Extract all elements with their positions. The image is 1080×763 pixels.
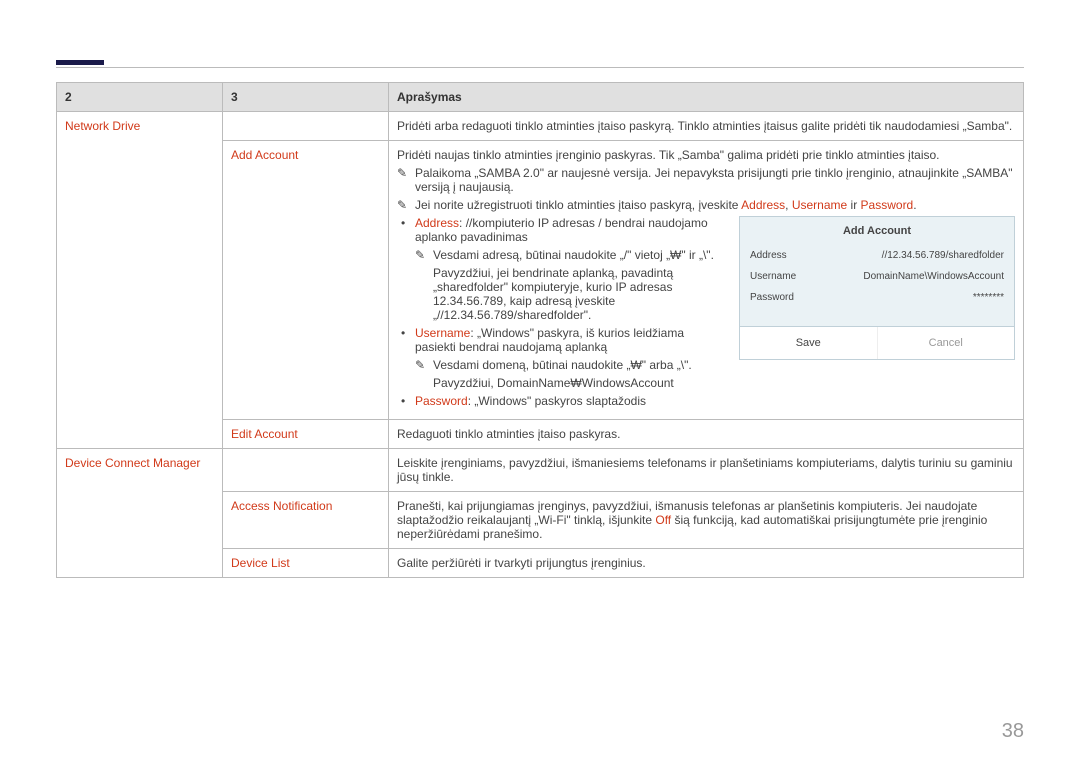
dialog-password-value: ********: [820, 292, 1004, 303]
dcm-desc: Leiskite įrenginiams, pavyzdžiui, išmani…: [389, 449, 1024, 492]
dialog-password-label: Password: [750, 292, 820, 303]
username-field-desc: Username: „Windows" paskyra, iš kurios l…: [415, 326, 725, 390]
bullet-list: Address: //kompiuterio IP adresas / bend…: [397, 216, 725, 408]
network-drive-desc: Pridėti arba redaguoti tinklo atminties …: [389, 112, 1024, 141]
header-col2: 3: [223, 83, 389, 112]
address-sublist: Vesdami adresą, būtinai naudokite „/" vi…: [415, 248, 725, 262]
device-list-desc: Galite peržiūrėti ir tvarkyti prijungtus…: [389, 549, 1024, 578]
address-sub1: Vesdami adresą, būtinai naudokite „/" vi…: [433, 248, 725, 262]
dialog-title: Add Account: [740, 217, 1014, 245]
note-item: Jei norite užregistruoti tinklo atmintie…: [415, 198, 1015, 212]
table-header-row: 2 3 Aprašymas: [57, 83, 1024, 112]
access-notif-label: Access Notification: [223, 492, 389, 549]
address-sub2: Pavyzdžiui, jei bendrinate aplanką, pava…: [415, 266, 725, 322]
dialog-row-address: Address //12.34.56.789/sharedfolder: [740, 245, 1014, 266]
dialog-button-row: Save Cancel: [740, 326, 1014, 359]
address-field-desc: Address: //kompiuterio IP adresas / bend…: [415, 216, 725, 322]
edit-account-label: Edit Account: [223, 420, 389, 449]
page-number: 38: [1002, 720, 1024, 743]
username-sub2: Pavyzdžiui, DomainName₩WindowsAccount: [415, 376, 725, 390]
username-sublist: Vesdami domeną, būtinai naudokite „₩" ar…: [415, 358, 725, 372]
empty-cell: [223, 112, 389, 141]
password-field-desc: Password: „Windows" paskyros slaptažodis: [415, 394, 725, 408]
add-account-dialog: Add Account Address //12.34.56.789/share…: [739, 216, 1015, 360]
dialog-username-label: Username: [750, 271, 820, 282]
device-list-label: Device List: [223, 549, 389, 578]
access-notif-desc: Pranešti, kai prijungiamas įrenginys, pa…: [389, 492, 1024, 549]
username-sub1: Vesdami domeną, būtinai naudokite „₩" ar…: [433, 358, 725, 372]
dialog-row-username: Username DomainName\WindowsAccount: [740, 266, 1014, 287]
dialog-address-value: //12.34.56.789/sharedfolder: [820, 250, 1004, 261]
empty-cell: [223, 449, 389, 492]
header-line: [56, 67, 1024, 68]
table-row: Network Drive Pridėti arba redaguoti tin…: [57, 112, 1024, 141]
dcm-label: Device Connect Manager: [57, 449, 223, 578]
main-content: 2 3 Aprašymas Network Drive Pridėti arba…: [56, 82, 1024, 578]
save-button[interactable]: Save: [740, 327, 877, 359]
add-account-label: Add Account: [223, 141, 389, 420]
add-account-desc: Pridėti naujas tinklo atminties įrengini…: [389, 141, 1024, 420]
field-descriptions: Address: //kompiuterio IP adresas / bend…: [397, 216, 725, 408]
header-col3: Aprašymas: [389, 83, 1024, 112]
table-row: Device Connect Manager Leiskite įrengini…: [57, 449, 1024, 492]
note-item: Palaikoma „SAMBA 2.0" ar naujesnė versij…: [415, 166, 1015, 194]
edit-account-desc: Redaguoti tinklo atminties įtaiso paskyr…: [389, 420, 1024, 449]
dialog-row-password: Password ********: [740, 287, 1014, 308]
cancel-button[interactable]: Cancel: [877, 327, 1015, 359]
header-accent: [56, 60, 104, 65]
add-account-text1: Pridėti naujas tinklo atminties įrengini…: [397, 148, 1015, 162]
header-col1: 2: [57, 83, 223, 112]
note-list: Palaikoma „SAMBA 2.0" ar naujesnė versij…: [397, 166, 1015, 212]
network-drive-label: Network Drive: [57, 112, 223, 449]
dialog-address-label: Address: [750, 250, 820, 261]
settings-table: 2 3 Aprašymas Network Drive Pridėti arba…: [56, 82, 1024, 578]
dialog-username-value: DomainName\WindowsAccount: [820, 271, 1004, 282]
